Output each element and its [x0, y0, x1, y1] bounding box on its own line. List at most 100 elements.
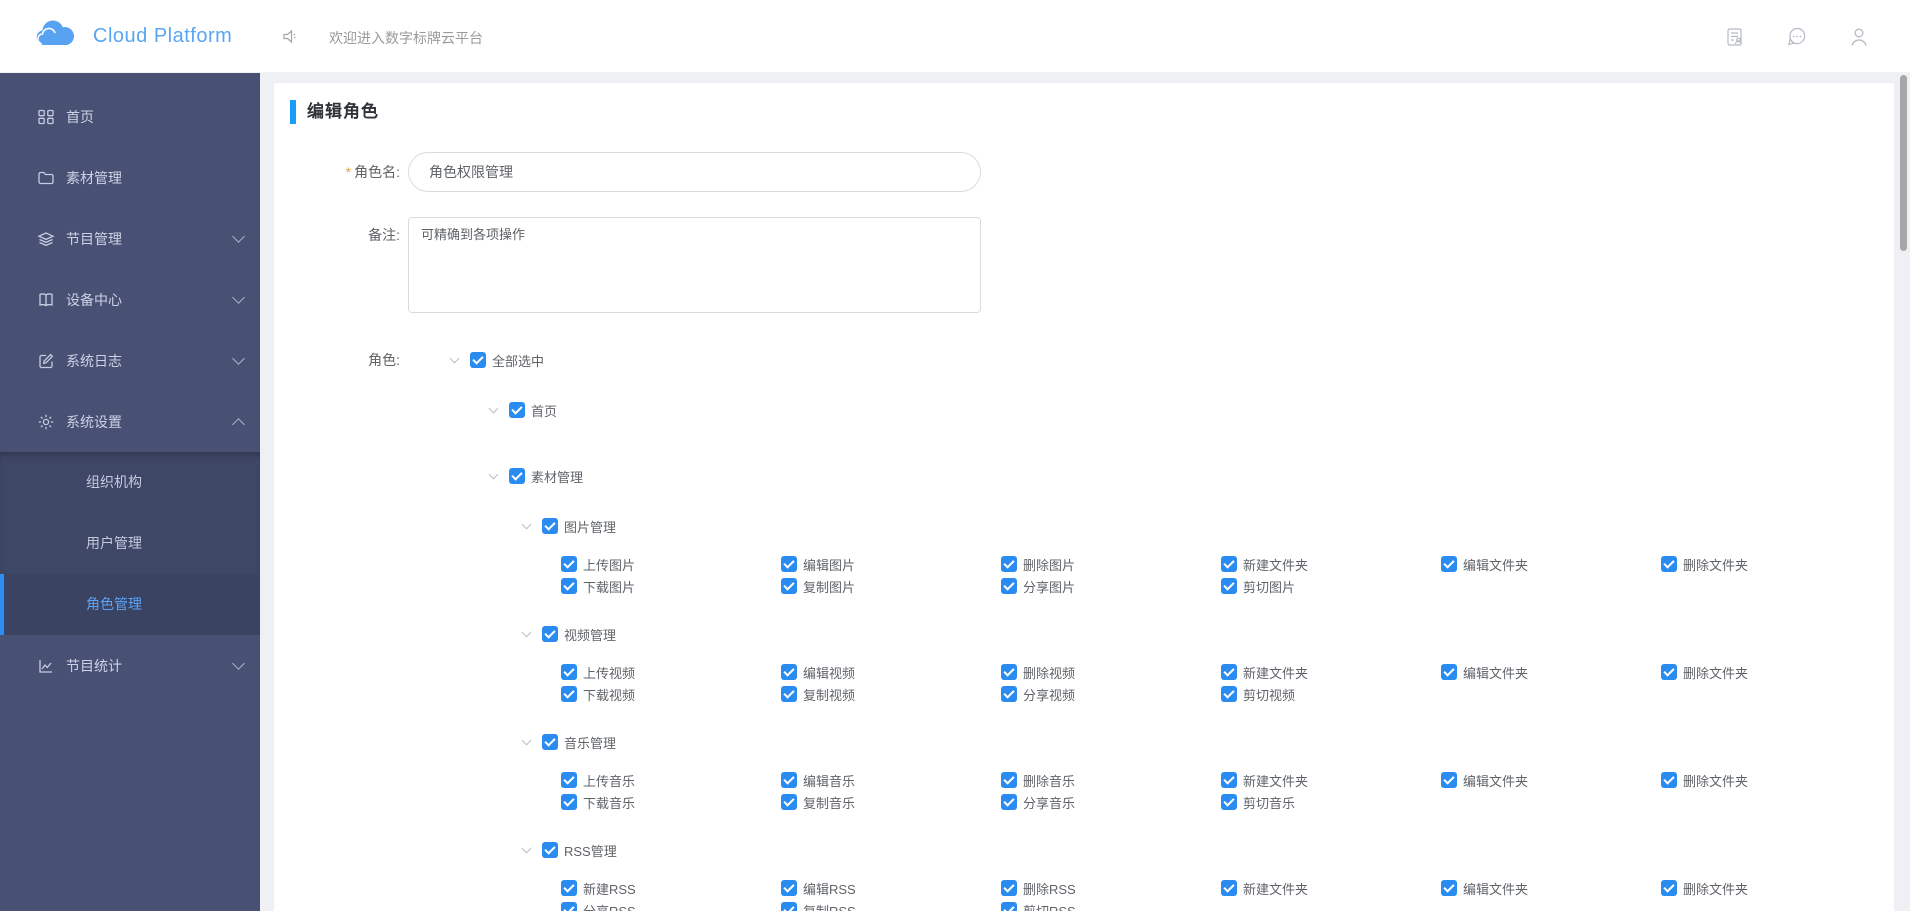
- tree-node-label: 首页: [531, 403, 558, 419]
- permission-item: 复制图片: [781, 575, 855, 597]
- chevron-down-icon: [232, 351, 245, 365]
- checkbox-checked[interactable]: [1221, 772, 1237, 788]
- sidebar-item-program[interactable]: 节目管理: [0, 208, 260, 269]
- checkbox-checked[interactable]: [509, 468, 525, 484]
- tree-expand-chevron-icon[interactable]: [520, 627, 534, 641]
- checkbox-checked[interactable]: [781, 902, 797, 911]
- tree-row: 音乐管理: [274, 732, 1894, 752]
- sidebar-item-label: 素材管理: [66, 169, 122, 186]
- checkbox-checked[interactable]: [1001, 578, 1017, 594]
- sidebar-item-label: 系统日志: [66, 352, 122, 369]
- role-name-input[interactable]: [408, 152, 981, 192]
- checkbox-checked[interactable]: [1661, 664, 1677, 680]
- brand-name: Cloud Platform: [93, 25, 233, 47]
- submenu-item[interactable]: 角色管理: [0, 574, 260, 635]
- checkbox-checked[interactable]: [781, 578, 797, 594]
- checkbox-checked[interactable]: [1001, 772, 1017, 788]
- message-icon[interactable]: [1786, 26, 1808, 48]
- checkbox-checked[interactable]: [781, 686, 797, 702]
- permission-item: 新建文件夹: [1221, 769, 1308, 791]
- audit-log-icon[interactable]: [1724, 26, 1746, 48]
- permission-item: 剪切视频: [1221, 683, 1295, 705]
- tree-expand-chevron-icon[interactable]: [520, 735, 534, 749]
- checkbox-checked[interactable]: [781, 794, 797, 810]
- tree-expand-chevron-icon[interactable]: [520, 843, 534, 857]
- tree-node-label: 下载图片: [583, 579, 636, 595]
- speaker-icon[interactable]: [282, 28, 299, 50]
- checkbox-checked[interactable]: [1441, 772, 1457, 788]
- checkbox-checked[interactable]: [1441, 556, 1457, 572]
- tree-expand-chevron-icon[interactable]: [487, 403, 501, 417]
- checkbox-checked[interactable]: [1661, 556, 1677, 572]
- chevron-down-icon: [232, 290, 245, 304]
- tree-expand-chevron-icon[interactable]: [487, 469, 501, 483]
- tree-row: 上传音乐 编辑音乐 删除音乐 新建文件夹 编辑文件夹 删除文件夹: [274, 769, 1894, 791]
- log-icon: [37, 352, 55, 370]
- tree-row: 素材管理: [274, 466, 1894, 486]
- checkbox-checked[interactable]: [1221, 578, 1237, 594]
- checkbox-checked[interactable]: [561, 880, 577, 896]
- checkbox-checked[interactable]: [542, 626, 558, 642]
- sidebar-item-settings[interactable]: 系统设置: [0, 391, 260, 452]
- checkbox-checked[interactable]: [1221, 664, 1237, 680]
- sidebar-item-home[interactable]: 首页: [0, 86, 260, 147]
- tree-row: 视频管理: [274, 624, 1894, 644]
- submenu-item[interactable]: 组织机构: [0, 452, 260, 513]
- checkbox-checked[interactable]: [1661, 880, 1677, 896]
- sidebar-item-syslog[interactable]: 系统日志: [0, 330, 260, 391]
- brand-logo[interactable]: Cloud Platform: [33, 0, 232, 73]
- checkbox-checked[interactable]: [470, 352, 486, 368]
- checkbox-checked[interactable]: [561, 772, 577, 788]
- vertical-scrollbar[interactable]: [1900, 75, 1907, 251]
- checkbox-checked[interactable]: [1441, 664, 1457, 680]
- checkbox-checked[interactable]: [1221, 556, 1237, 572]
- remark-textarea[interactable]: 可精确到各项操作: [408, 217, 981, 313]
- checkbox-checked[interactable]: [1221, 686, 1237, 702]
- remark-label: 备注:: [368, 227, 400, 243]
- checkbox-checked[interactable]: [1001, 556, 1017, 572]
- tree-node-label: 新建文件夹: [1243, 773, 1309, 789]
- submenu-item[interactable]: 用户管理: [0, 513, 260, 574]
- sidebar-item-label: 设备中心: [66, 291, 122, 308]
- tree-node-label: 编辑文件夹: [1463, 665, 1529, 681]
- checkbox-checked[interactable]: [542, 734, 558, 750]
- checkbox-checked[interactable]: [1661, 772, 1677, 788]
- checkbox-checked[interactable]: [1221, 880, 1237, 896]
- tree-node-label: 分享RSS: [583, 903, 636, 911]
- sidebar-nav: 首页素材管理节目管理设备中心系统日志系统设置 组织机构 用户管理 角色管理 节目统计: [0, 73, 260, 911]
- checkbox-checked[interactable]: [561, 902, 577, 911]
- checkbox-checked[interactable]: [781, 772, 797, 788]
- checkbox-checked[interactable]: [561, 794, 577, 810]
- checkbox-checked[interactable]: [1001, 664, 1017, 680]
- checkbox-checked[interactable]: [561, 664, 577, 680]
- checkbox-checked[interactable]: [561, 686, 577, 702]
- checkbox-checked[interactable]: [1001, 902, 1017, 911]
- checkbox-checked[interactable]: [1001, 686, 1017, 702]
- permission-item: 剪切音乐: [1221, 791, 1295, 813]
- checkbox-checked[interactable]: [781, 556, 797, 572]
- chevron-down-icon: [232, 656, 245, 670]
- tree-expand-chevron-icon[interactable]: [448, 353, 462, 367]
- tree-node-label: 新建文件夹: [1243, 557, 1309, 573]
- tree-node-label: 新建文件夹: [1243, 881, 1309, 897]
- tree-row: 下载图片 复制图片 分享图片 剪切图片: [274, 575, 1894, 597]
- checkbox-checked[interactable]: [1221, 794, 1237, 810]
- tree-expand-chevron-icon[interactable]: [520, 519, 534, 533]
- checkbox-checked[interactable]: [781, 664, 797, 680]
- checkbox-checked[interactable]: [509, 402, 525, 418]
- checkbox-checked[interactable]: [1001, 880, 1017, 896]
- sidebar-item-device[interactable]: 设备中心: [0, 269, 260, 330]
- checkbox-checked[interactable]: [561, 556, 577, 572]
- checkbox-checked[interactable]: [542, 518, 558, 534]
- checkbox-checked[interactable]: [542, 842, 558, 858]
- checkbox-checked[interactable]: [1001, 794, 1017, 810]
- tree-node-label: 剪切RSS: [1023, 903, 1076, 911]
- permission-item: 剪切图片: [1221, 575, 1295, 597]
- user-icon[interactable]: [1848, 26, 1870, 48]
- checkbox-checked[interactable]: [781, 880, 797, 896]
- sidebar-item-stats[interactable]: 节目统计: [0, 635, 260, 696]
- sidebar-item-material[interactable]: 素材管理: [0, 147, 260, 208]
- checkbox-checked[interactable]: [561, 578, 577, 594]
- tree-node-label: 复制音乐: [803, 795, 856, 811]
- checkbox-checked[interactable]: [1441, 880, 1457, 896]
